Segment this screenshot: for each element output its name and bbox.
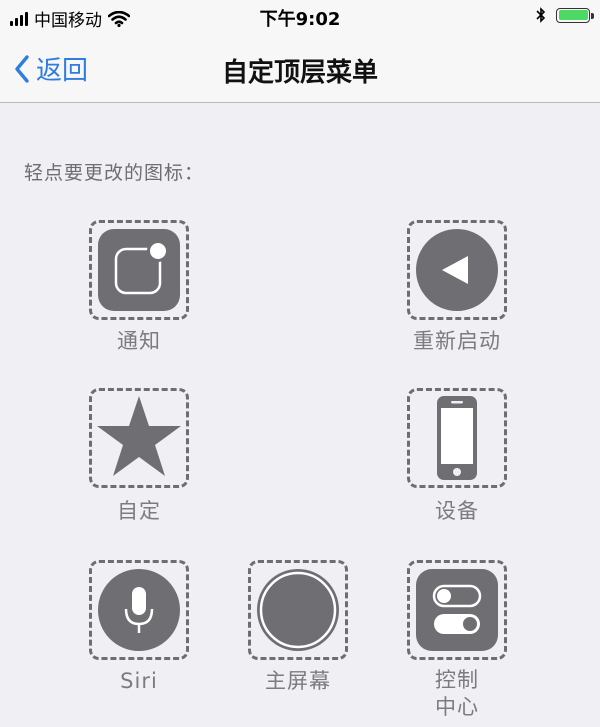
menu-item-home[interactable] <box>248 560 348 660</box>
menu-item-control-center[interactable] <box>407 560 507 660</box>
bluetooth-icon <box>536 7 546 23</box>
menu-item-label-line: 控制 <box>435 668 479 692</box>
menu-item-label: 设备 <box>435 499 479 523</box>
menu-item-notification[interactable] <box>89 220 189 320</box>
control-center-icon <box>416 569 498 651</box>
menu-item-restart[interactable] <box>407 220 507 320</box>
battery-icon <box>556 7 594 23</box>
menu-item-label: 自定 <box>117 499 161 523</box>
menu-item-device[interactable] <box>407 388 507 488</box>
status-bar: 中国移动 下午9:02 <box>0 0 600 34</box>
page-title: 自定顶层菜单 <box>221 58 378 88</box>
menu-item-label: 主屏幕 <box>265 669 331 693</box>
status-time: 下午9:02 <box>259 9 341 30</box>
menu-item-siri[interactable] <box>89 560 189 660</box>
battery-fill <box>558 10 588 20</box>
microphone-icon <box>98 569 180 651</box>
star-icon <box>97 396 181 476</box>
restart-icon <box>416 229 498 311</box>
status-right <box>536 7 594 23</box>
menu-item-label: Siri <box>120 669 158 693</box>
notification-icon <box>98 229 180 311</box>
device-icon <box>437 396 477 480</box>
menu-item-custom[interactable] <box>89 388 189 488</box>
navigation-bar: 返回 自定顶层菜单 <box>0 34 600 103</box>
menu-item-label: 重新启动 <box>413 329 501 353</box>
instruction-text: 轻点要更改的图标： <box>24 162 205 184</box>
home-button-icon <box>257 569 339 651</box>
menu-item-label: 通知 <box>117 329 161 353</box>
menu-item-label: 控制 中心 <box>377 667 537 721</box>
menu-item-label-line: 中心 <box>435 695 479 719</box>
